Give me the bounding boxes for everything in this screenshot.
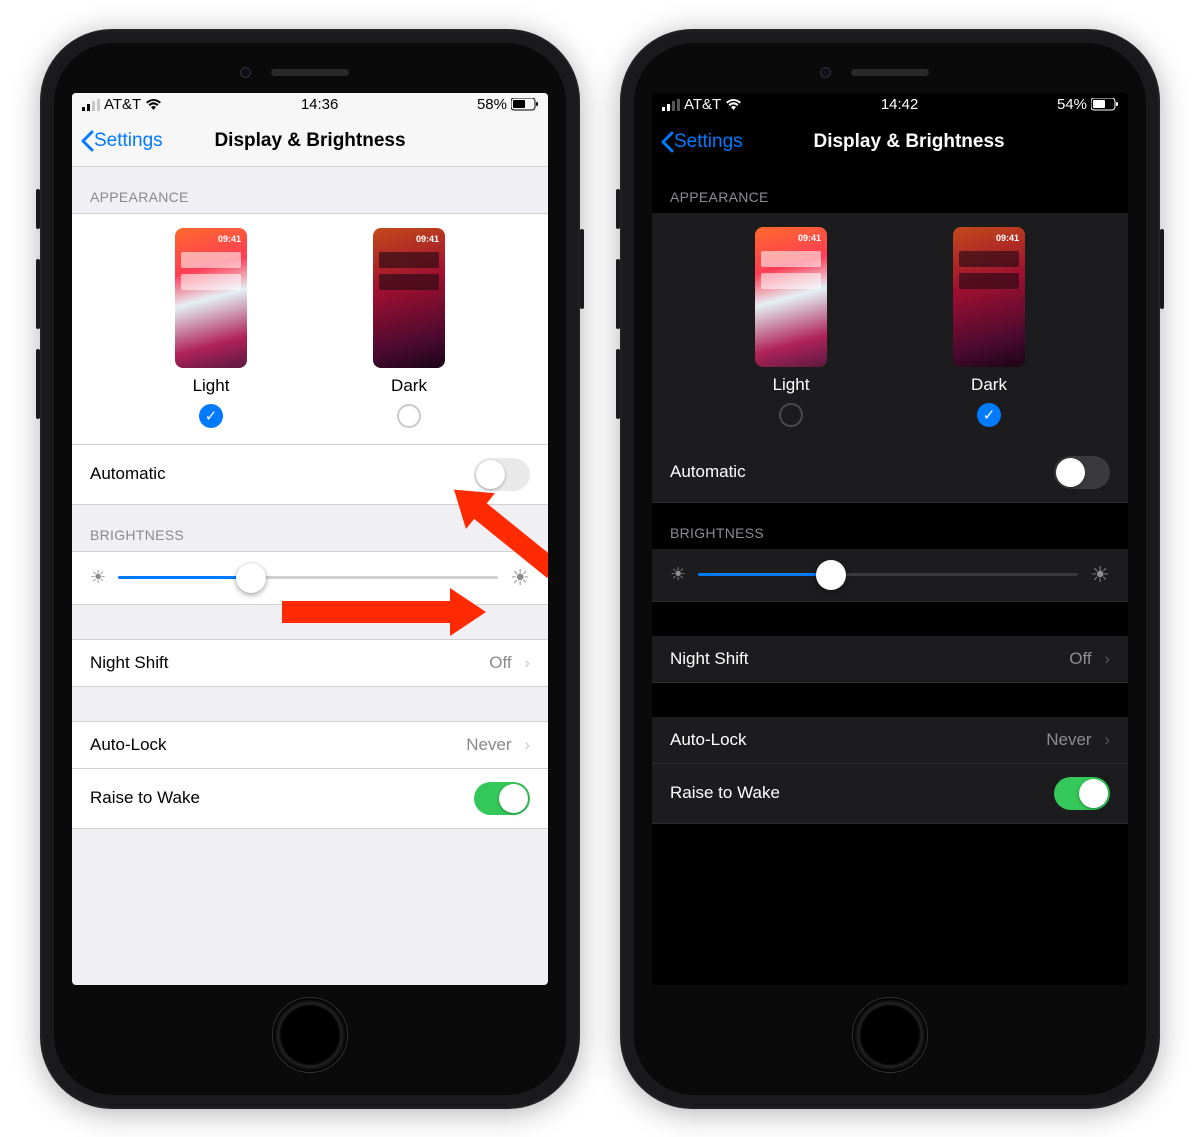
chevron-right-icon: › <box>520 735 530 754</box>
auto-lock-label: Auto-Lock <box>670 730 747 750</box>
dark-preview-thumbnail: 09:41 <box>953 227 1025 367</box>
wifi-icon <box>725 99 742 111</box>
back-label: Settings <box>674 131 743 153</box>
sun-min-icon: ☀ <box>670 564 686 585</box>
nav-bar: Settings Display & Brightness <box>652 117 1128 167</box>
light-preview-thumbnail: 09:41 <box>175 228 247 368</box>
appearance-option-dark[interactable]: 09:41 Dark ✓ <box>953 227 1025 427</box>
auto-lock-row[interactable]: Auto-Lock Never › <box>72 721 548 769</box>
night-shift-row[interactable]: Night Shift Off › <box>652 636 1128 683</box>
home-button[interactable] <box>852 997 928 1073</box>
dark-radio-unchecked[interactable] <box>397 404 421 428</box>
auto-lock-value: Never <box>1046 730 1091 749</box>
appearance-selector: 09:41 Light 09:41 Dark ✓ <box>652 213 1128 443</box>
auto-lock-label: Auto-Lock <box>90 735 167 755</box>
automatic-row: Automatic <box>652 443 1128 503</box>
brightness-slider[interactable] <box>698 573 1078 576</box>
clock: 14:42 <box>881 96 919 113</box>
battery-percentage: 58% <box>477 96 507 113</box>
nav-bar: Settings Display & Brightness <box>72 117 548 167</box>
light-label: Light <box>193 376 230 396</box>
light-radio-unchecked[interactable] <box>779 403 803 427</box>
night-shift-value: Off <box>489 653 511 672</box>
dark-radio-checked[interactable]: ✓ <box>977 403 1001 427</box>
raise-to-wake-toggle[interactable] <box>1054 777 1110 810</box>
appearance-header: APPEARANCE <box>72 167 548 213</box>
light-radio-checked[interactable]: ✓ <box>199 404 223 428</box>
carrier-label: AT&T <box>104 96 141 113</box>
night-shift-label: Night Shift <box>90 653 168 673</box>
page-title: Display & Brightness <box>813 131 1004 153</box>
brightness-slider[interactable] <box>118 576 498 579</box>
back-label: Settings <box>94 130 163 152</box>
appearance-header: APPEARANCE <box>652 167 1128 213</box>
appearance-option-light[interactable]: 09:41 Light <box>755 227 827 427</box>
cellular-signal-icon <box>662 99 680 111</box>
chevron-right-icon: › <box>520 653 530 672</box>
iphone-dark-mode: AT&T 14:42 54% Settings Display & Bright… <box>620 29 1160 1109</box>
battery-percentage: 54% <box>1057 96 1087 113</box>
raise-to-wake-label: Raise to Wake <box>670 783 780 803</box>
carrier-label: AT&T <box>684 96 721 113</box>
raise-to-wake-toggle[interactable] <box>474 782 530 815</box>
clock: 14:36 <box>301 96 339 113</box>
raise-to-wake-label: Raise to Wake <box>90 788 200 808</box>
chevron-right-icon: › <box>1100 649 1110 668</box>
appearance-option-dark[interactable]: 09:41 Dark <box>373 228 445 428</box>
battery-icon <box>511 98 538 111</box>
automatic-label: Automatic <box>90 464 166 484</box>
night-shift-row[interactable]: Night Shift Off › <box>72 639 548 687</box>
dark-preview-thumbnail: 09:41 <box>373 228 445 368</box>
raise-to-wake-row: Raise to Wake <box>72 769 548 829</box>
dark-label: Dark <box>391 376 427 396</box>
auto-lock-row[interactable]: Auto-Lock Never › <box>652 717 1128 764</box>
sun-min-icon: ☀ <box>90 567 106 588</box>
home-button[interactable] <box>272 997 348 1073</box>
battery-icon <box>1091 98 1118 111</box>
chevron-right-icon: › <box>1100 730 1110 749</box>
dark-label: Dark <box>971 375 1007 395</box>
night-shift-value: Off <box>1069 649 1091 668</box>
light-label: Light <box>773 375 810 395</box>
iphone-light-mode: AT&T 14:36 58% Settings Display & Bright… <box>40 29 580 1109</box>
status-bar: AT&T 14:36 58% <box>72 93 548 117</box>
sun-max-icon: ☀ <box>1090 562 1110 588</box>
chevron-left-icon <box>80 130 94 152</box>
chevron-left-icon <box>660 131 674 153</box>
brightness-row: ☀ ☀ <box>652 549 1128 602</box>
cellular-signal-icon <box>82 99 100 111</box>
raise-to-wake-row: Raise to Wake <box>652 764 1128 824</box>
back-button[interactable]: Settings <box>660 131 743 153</box>
wifi-icon <box>145 99 162 111</box>
sun-max-icon: ☀ <box>510 565 530 591</box>
back-button[interactable]: Settings <box>80 130 163 152</box>
page-title: Display & Brightness <box>214 130 405 152</box>
status-bar: AT&T 14:42 54% <box>652 93 1128 117</box>
automatic-toggle[interactable] <box>1054 456 1110 489</box>
appearance-selector: 09:41 Light ✓ 09:41 Dark <box>72 213 548 444</box>
night-shift-label: Night Shift <box>670 649 748 669</box>
automatic-label: Automatic <box>670 462 746 482</box>
auto-lock-value: Never <box>466 735 511 754</box>
light-preview-thumbnail: 09:41 <box>755 227 827 367</box>
appearance-option-light[interactable]: 09:41 Light ✓ <box>175 228 247 428</box>
brightness-header: BRIGHTNESS <box>652 503 1128 549</box>
